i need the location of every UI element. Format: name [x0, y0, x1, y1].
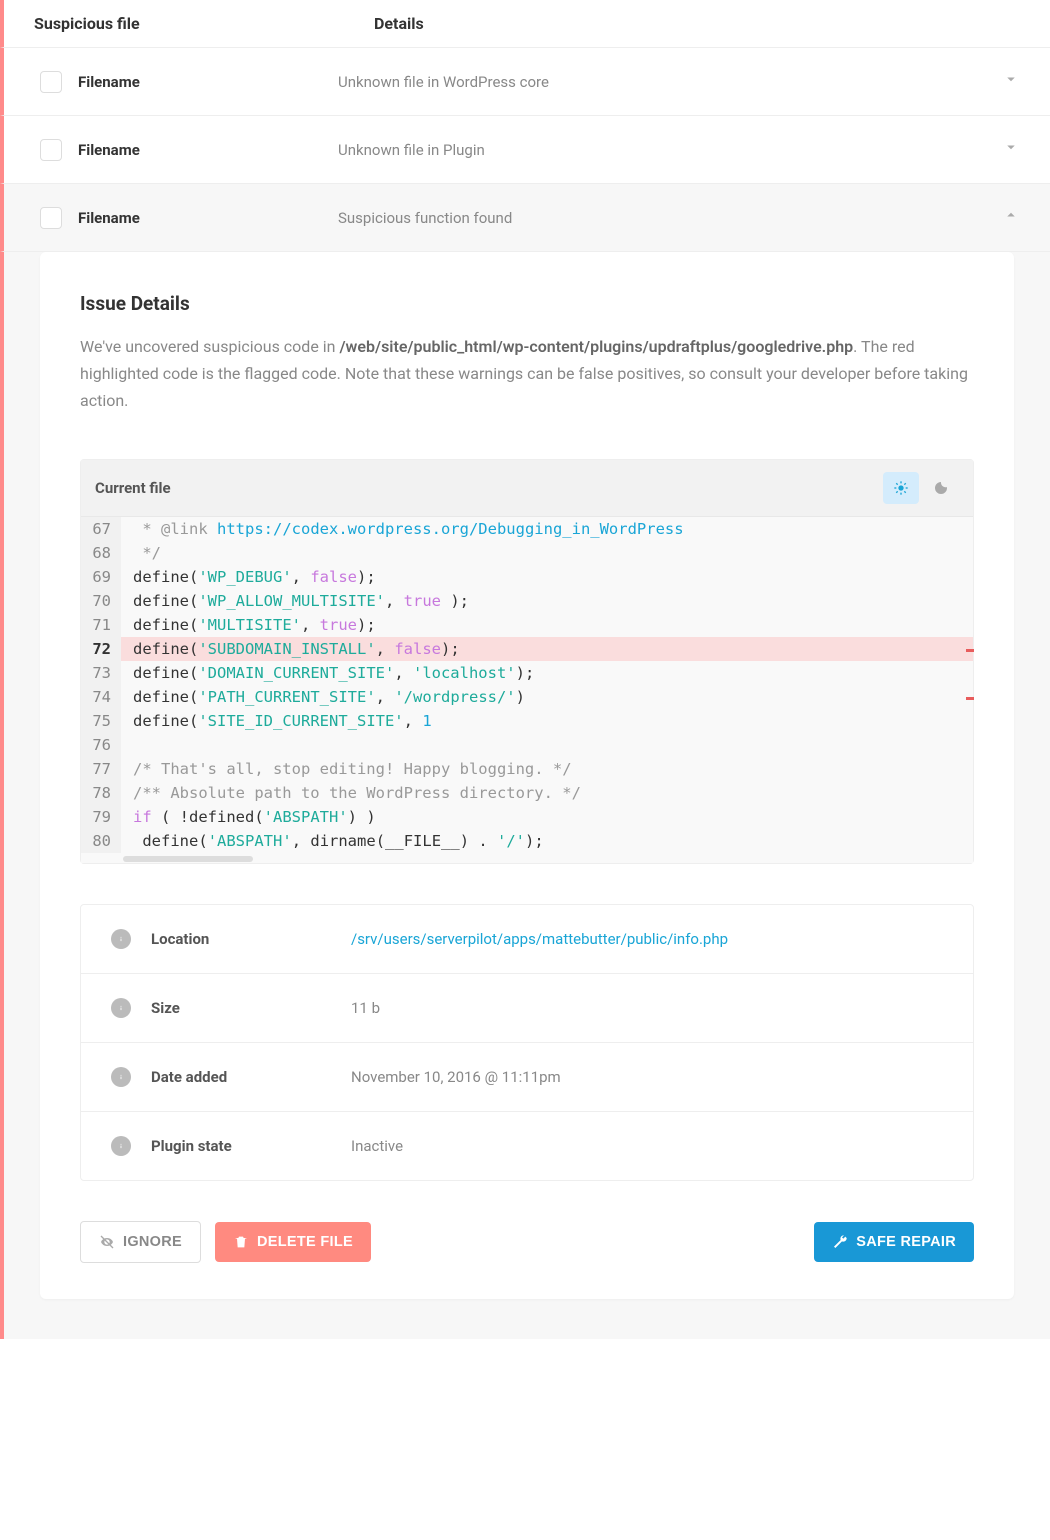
issue-description: We've uncovered suspicious code in /web/… — [80, 333, 974, 415]
eye-off-icon — [99, 1234, 115, 1250]
chevron-down-icon[interactable] — [1002, 138, 1020, 161]
dark-theme-button[interactable] — [923, 472, 959, 504]
issue-path: /web/site/public_html/wp-content/plugins… — [339, 337, 853, 356]
chevron-up-icon[interactable] — [1002, 206, 1020, 229]
flag-marker — [966, 697, 974, 700]
code-header: Current file — [81, 460, 973, 517]
chevron-down-icon[interactable] — [1002, 70, 1020, 93]
issue-panel: Issue Details We've uncovered suspicious… — [0, 252, 1050, 1339]
scan-results: Suspicious file Details Filename Unknown… — [0, 0, 1050, 1339]
code-body[interactable]: 67 * @link https://codex.wordpress.org/D… — [81, 517, 973, 863]
checkbox[interactable] — [40, 207, 62, 229]
row-detail: Suspicious function found — [338, 209, 1002, 227]
safe-repair-button[interactable]: SAFE REPAIR — [814, 1222, 974, 1262]
info-label: Size — [151, 999, 351, 1017]
light-theme-button[interactable] — [883, 472, 919, 504]
info-row-plugin-state: Plugin state Inactive — [81, 1112, 973, 1180]
info-row-location: Location /srv/users/serverpilot/apps/mat… — [81, 905, 973, 974]
info-icon[interactable] — [111, 998, 131, 1018]
code-viewer: Current file 67 * @link https://codex.wo… — [80, 459, 974, 864]
info-value: Inactive — [351, 1137, 403, 1155]
info-value-link[interactable]: /srv/users/serverpilot/apps/mattebutter/… — [351, 930, 728, 948]
info-label: Date added — [151, 1068, 351, 1086]
row-label: Filename — [78, 73, 338, 91]
result-row[interactable]: Filename Unknown file in Plugin — [0, 116, 1050, 184]
horizontal-scrollbar[interactable] — [81, 853, 973, 863]
checkbox[interactable] — [40, 139, 62, 161]
highlighted-line: 72define('SUBDOMAIN_INSTALL', false); — [81, 637, 973, 661]
info-icon[interactable] — [111, 1067, 131, 1087]
file-info-table: Location /srv/users/serverpilot/apps/mat… — [80, 904, 974, 1181]
wrench-icon — [832, 1234, 848, 1250]
trash-icon — [233, 1234, 249, 1250]
info-icon[interactable] — [111, 1136, 131, 1156]
result-row-expanded[interactable]: Filename Suspicious function found — [0, 184, 1050, 252]
row-detail: Unknown file in Plugin — [338, 141, 1002, 159]
result-row[interactable]: Filename Unknown file in WordPress core — [0, 48, 1050, 116]
moon-icon — [933, 480, 949, 496]
header-suspicious-file: Suspicious file — [34, 14, 374, 33]
info-row-date: Date added November 10, 2016 @ 11:11pm — [81, 1043, 973, 1112]
table-header: Suspicious file Details — [0, 0, 1050, 48]
row-label: Filename — [78, 141, 338, 159]
flag-marker — [966, 649, 974, 652]
checkbox[interactable] — [40, 71, 62, 93]
row-label: Filename — [78, 209, 338, 227]
ignore-button[interactable]: IGNORE — [80, 1221, 201, 1263]
code-title: Current file — [95, 479, 879, 497]
info-value: November 10, 2016 @ 11:11pm — [351, 1068, 561, 1086]
info-label: Plugin state — [151, 1137, 351, 1155]
row-detail: Unknown file in WordPress core — [338, 73, 1002, 91]
delete-file-button[interactable]: DELETE FILE — [215, 1222, 371, 1262]
sun-icon — [893, 480, 909, 496]
header-details: Details — [374, 14, 1050, 33]
info-label: Location — [151, 930, 351, 948]
info-icon[interactable] — [111, 929, 131, 949]
info-value: 11 b — [351, 999, 380, 1017]
issue-title: Issue Details — [80, 292, 974, 315]
info-row-size: Size 11 b — [81, 974, 973, 1043]
action-bar: IGNORE DELETE FILE SAFE REPAIR — [80, 1221, 974, 1263]
